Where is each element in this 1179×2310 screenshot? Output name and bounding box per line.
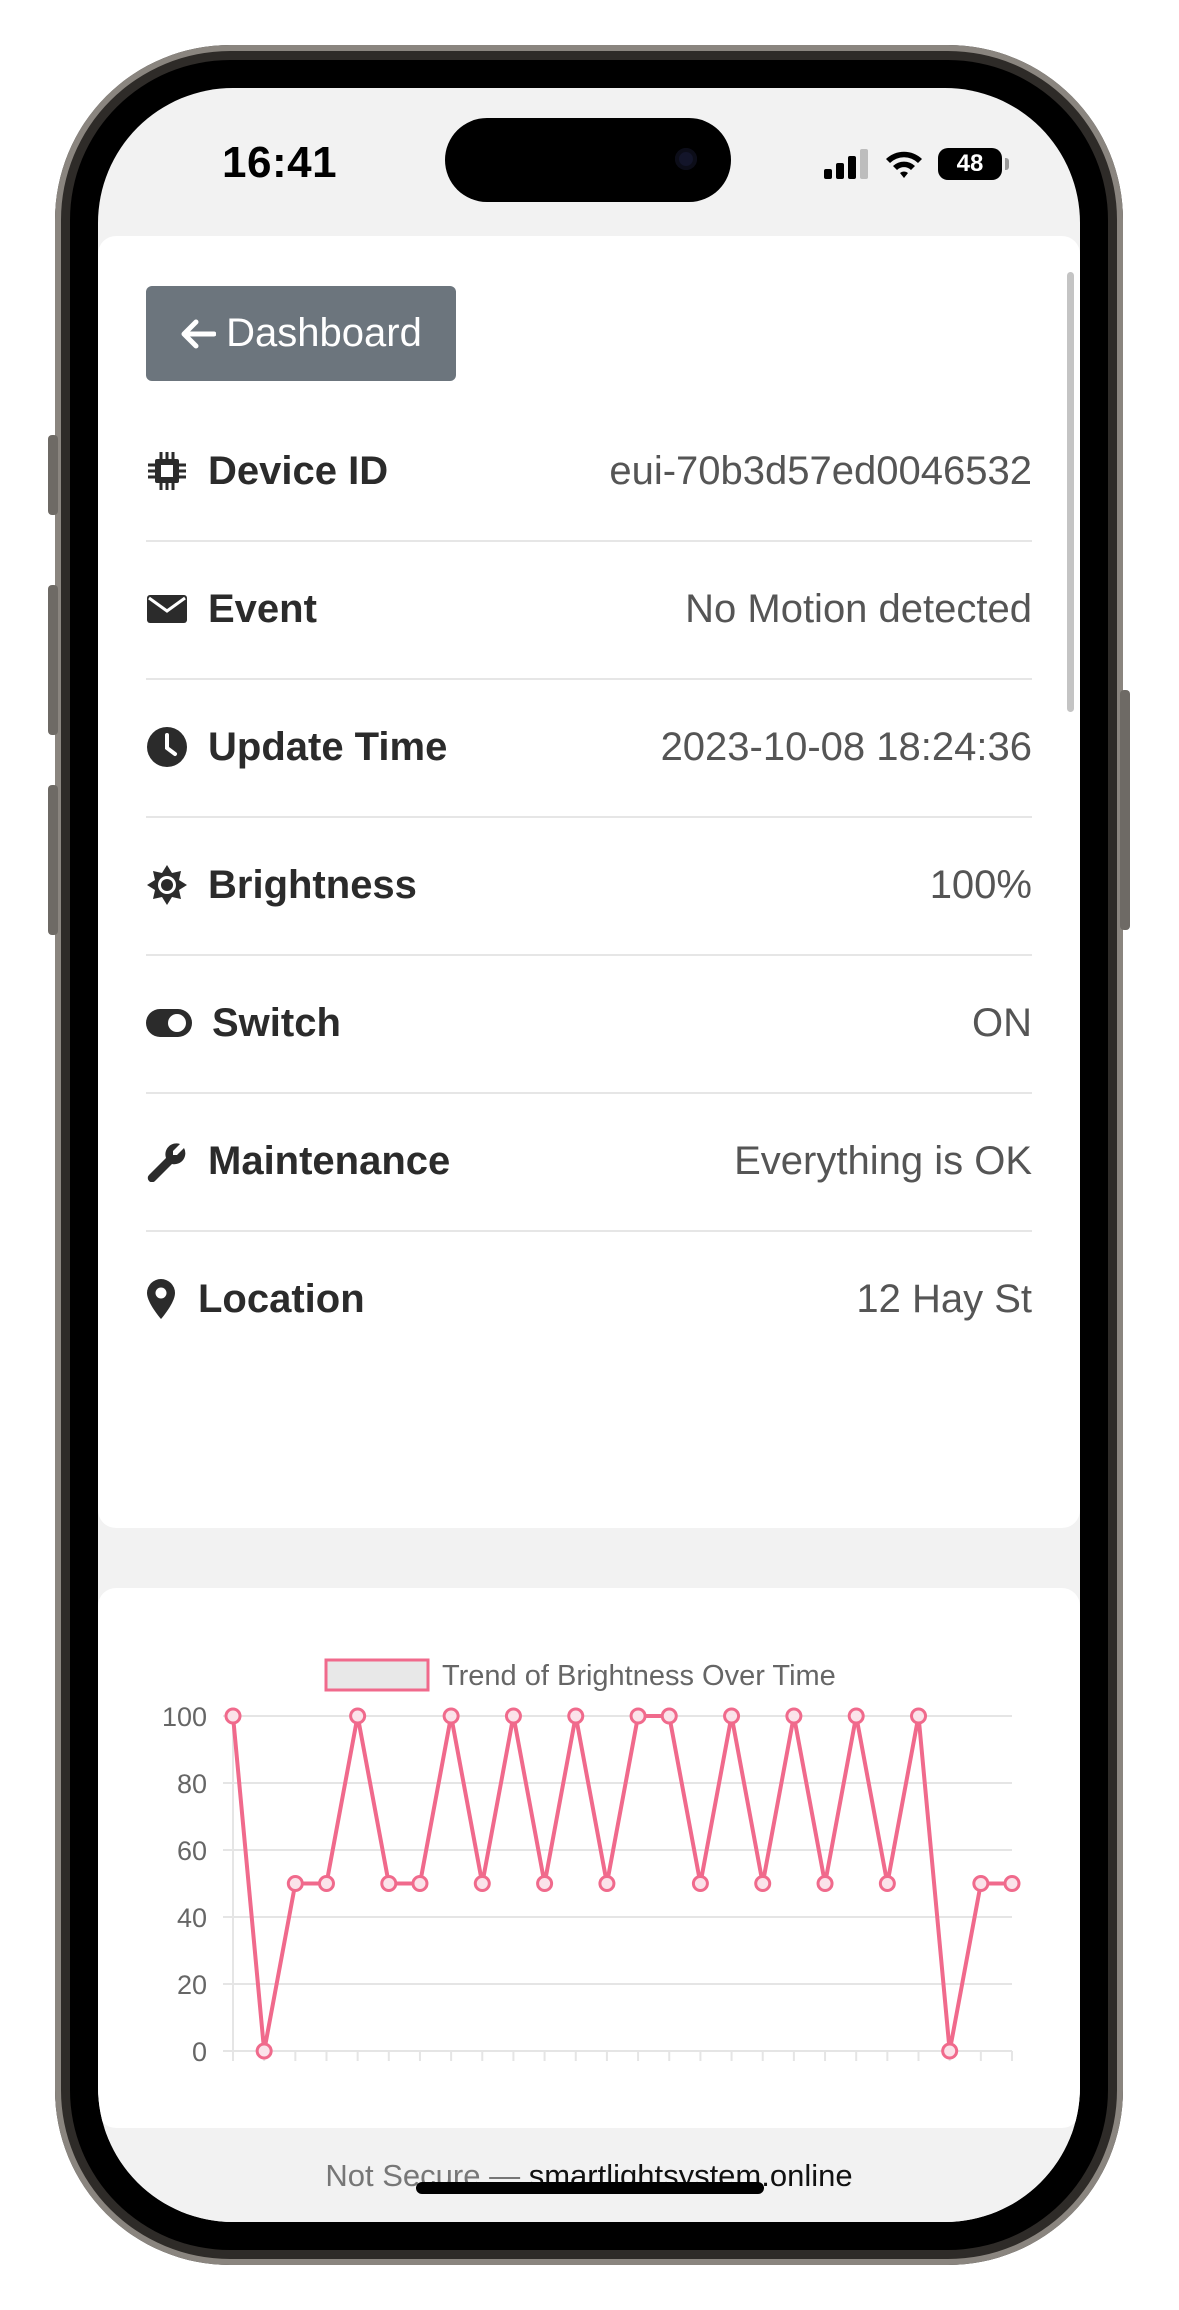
envelope-icon xyxy=(146,587,190,631)
detail-label: Update Time xyxy=(208,724,448,769)
detail-label: Event xyxy=(208,586,317,631)
detail-row-device-id: Device ID eui-70b3d57ed0046532 xyxy=(146,402,1032,542)
data-point xyxy=(504,1707,522,1725)
data-point xyxy=(380,1875,398,1892)
url-bar[interactable]: Not Secure — smartlightsystem.online xyxy=(98,2128,1080,2222)
detail-row-maintenance: Maintenance Everything is OK xyxy=(146,1092,1032,1232)
y-tick-label: 20 xyxy=(177,1970,207,2000)
detail-value: 12 Hay St xyxy=(856,1276,1032,1321)
detail-value: 100% xyxy=(929,862,1032,907)
chip-icon xyxy=(146,449,190,493)
dashboard-back-label: Dashboard xyxy=(226,311,422,355)
data-point xyxy=(224,1707,242,1725)
legend-swatch xyxy=(324,1658,430,1692)
detail-row-brightness: Brightness 100% xyxy=(146,816,1032,956)
detail-value: 2023-10-08 18:24:36 xyxy=(660,724,1032,769)
brightness-icon xyxy=(146,863,190,907)
map-pin-icon xyxy=(146,1277,180,1321)
data-point xyxy=(411,1875,429,1892)
data-point xyxy=(1003,1875,1021,1892)
clock-icon xyxy=(146,725,190,769)
data-point xyxy=(536,1875,554,1892)
y-tick-label: 60 xyxy=(177,1836,207,1866)
detail-label: Brightness xyxy=(208,862,417,907)
data-point xyxy=(785,1707,803,1725)
toggle-icon xyxy=(146,1001,194,1045)
detail-row-update-time: Update Time 2023-10-08 18:24:36 xyxy=(146,678,1032,818)
data-point xyxy=(317,1875,335,1892)
battery-icon: 48 xyxy=(938,148,1009,180)
camera-icon xyxy=(675,148,697,170)
detail-value: ON xyxy=(972,1000,1032,1045)
brightness-line-chart: 100 80 60 40 20 0 Trend of Brightness Over Tim… xyxy=(162,1658,1021,2067)
detail-value: No Motion detected xyxy=(685,586,1032,631)
data-point xyxy=(255,2042,273,2060)
detail-label: Device ID xyxy=(208,448,389,493)
data-point xyxy=(349,1707,367,1725)
arrow-left-icon xyxy=(181,319,217,348)
data-point xyxy=(847,1707,865,1725)
data-point xyxy=(723,1707,741,1725)
scrollbar[interactable] xyxy=(1067,272,1074,712)
dynamic-island xyxy=(445,118,731,202)
action-button xyxy=(48,435,58,515)
status-bar: 16:41 48 xyxy=(98,88,1080,236)
detail-label: Switch xyxy=(212,1000,341,1045)
battery-level: 48 xyxy=(956,150,984,177)
y-tick-label: 40 xyxy=(177,1903,207,1933)
detail-label: Location xyxy=(198,1276,365,1321)
data-point xyxy=(941,2042,959,2060)
volume-up-button xyxy=(48,585,58,735)
data-point xyxy=(691,1875,709,1892)
y-tick-label: 80 xyxy=(177,1769,207,1799)
data-point xyxy=(598,1875,616,1892)
data-point xyxy=(972,1875,990,1892)
detail-row-event: Event No Motion detected xyxy=(146,540,1032,680)
data-point xyxy=(660,1707,678,1725)
data-point xyxy=(473,1875,491,1892)
detail-label: Maintenance xyxy=(208,1138,451,1183)
volume-down-button xyxy=(48,785,58,935)
wrench-icon xyxy=(146,1139,190,1183)
detail-row-location: Location 12 Hay St xyxy=(146,1230,1032,1368)
data-point xyxy=(910,1707,928,1725)
detail-value: Everything is OK xyxy=(734,1138,1032,1183)
y-tick-label: 100 xyxy=(162,1702,207,1732)
device-details-card: Dashboard Device ID eui-70b3d57ed0046532 xyxy=(98,236,1080,1528)
wifi-icon xyxy=(886,151,922,178)
brightness-chart-card: 100 80 60 40 20 0 Trend of Brightness Over Tim… xyxy=(98,1588,1080,2128)
legend-label: Trend of Brightness Over Time xyxy=(442,1660,836,1692)
dashboard-back-button[interactable]: Dashboard xyxy=(146,286,456,381)
signal-icon xyxy=(824,149,868,179)
screen: 16:41 48 Dashboard Device ID eui-70b3d57… xyxy=(98,88,1080,2222)
data-point xyxy=(816,1875,834,1892)
detail-value: eui-70b3d57ed0046532 xyxy=(609,448,1032,493)
data-point xyxy=(754,1875,772,1892)
data-point xyxy=(442,1707,460,1725)
data-point xyxy=(878,1875,896,1892)
data-point xyxy=(286,1875,304,1892)
home-indicator[interactable] xyxy=(416,2182,764,2194)
status-time: 16:41 xyxy=(222,138,338,187)
detail-row-switch: Switch ON xyxy=(146,954,1032,1094)
data-point xyxy=(567,1707,585,1725)
power-button xyxy=(1120,690,1130,930)
status-icons: 48 xyxy=(824,144,1009,184)
y-tick-label: 0 xyxy=(192,2037,207,2067)
data-point xyxy=(629,1707,647,1725)
